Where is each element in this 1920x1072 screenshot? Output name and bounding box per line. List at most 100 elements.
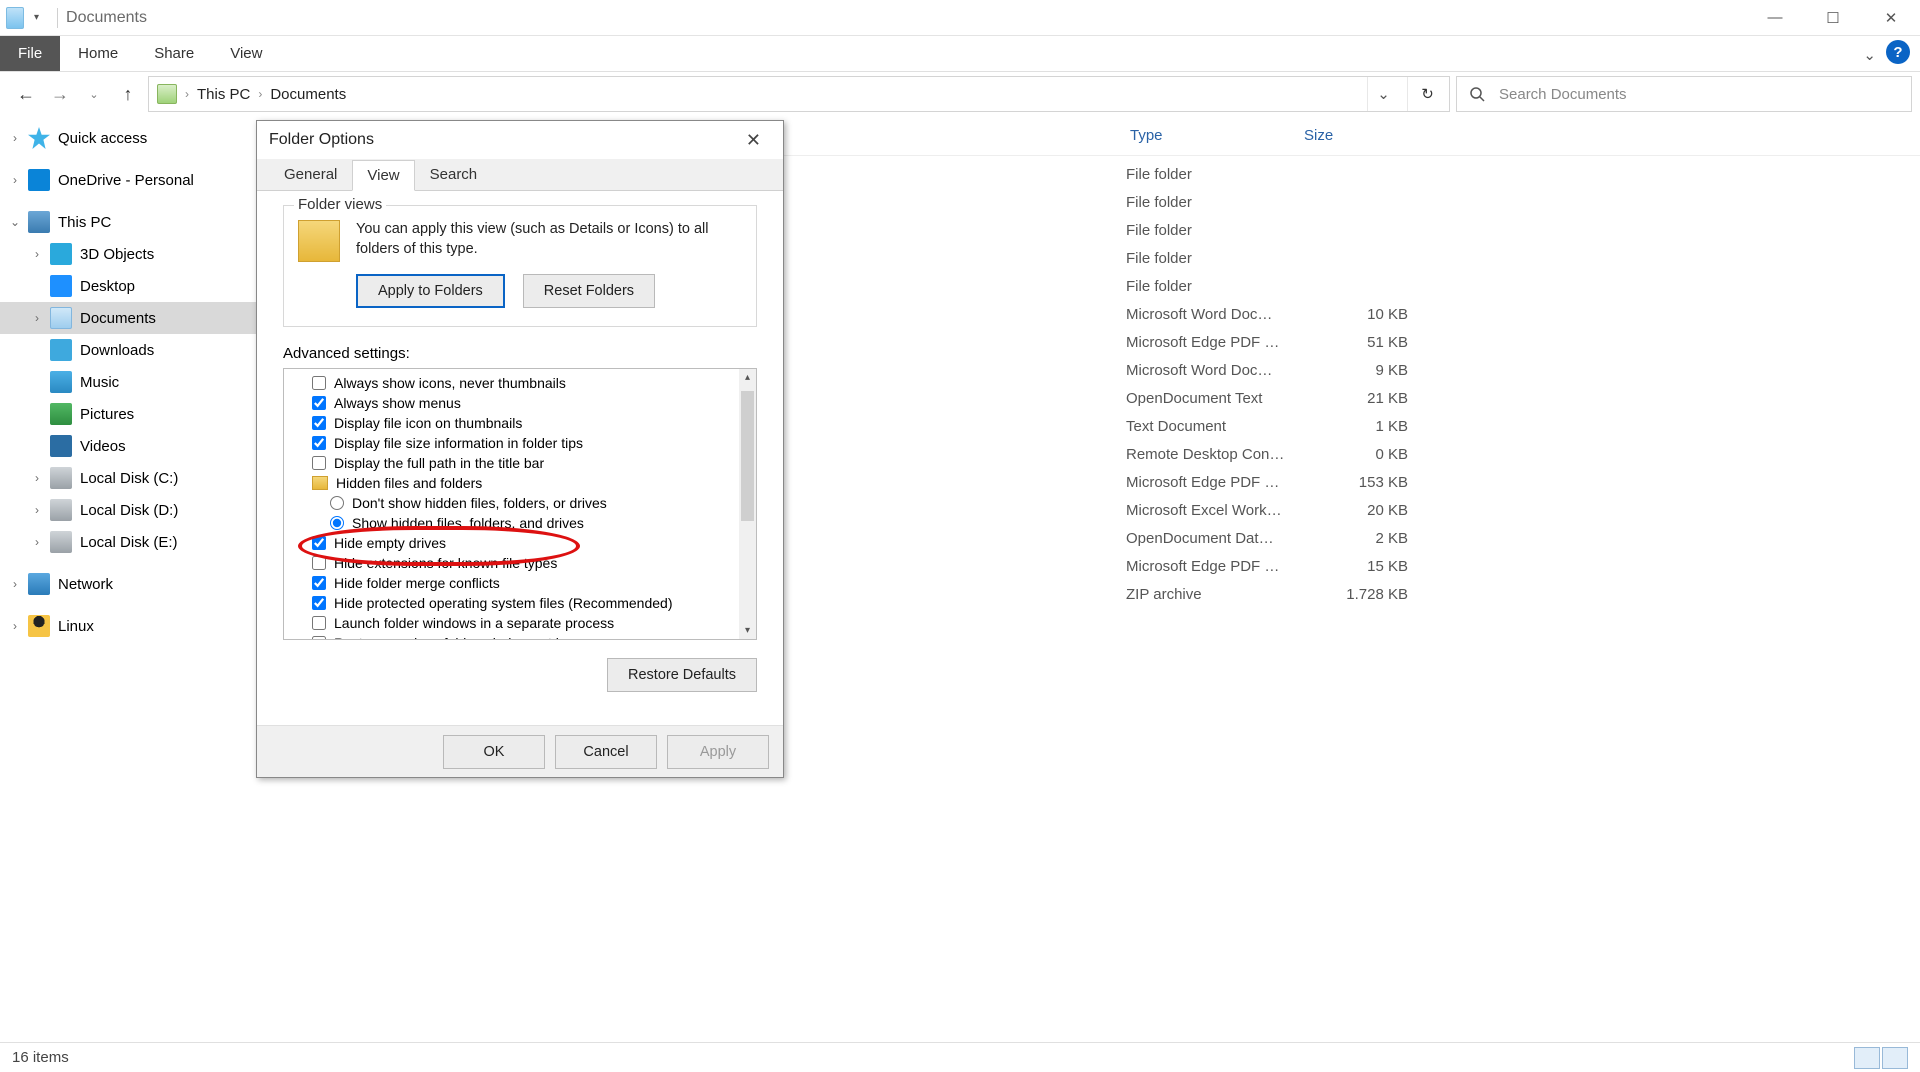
checkbox[interactable] <box>312 436 326 450</box>
folder-views-text: You can apply this view (such as Details… <box>356 220 742 262</box>
address-bar[interactable]: › This PC › Documents ⌄ ↻ <box>148 76 1450 112</box>
tree-onedrive[interactable]: ›OneDrive - Personal <box>0 164 258 196</box>
music-icon <box>50 371 72 393</box>
file-type: ZIP archive <box>1126 586 1304 603</box>
downloads-icon <box>50 339 72 361</box>
dialog-tab-general[interactable]: General <box>269 159 352 190</box>
breadcrumb-documents[interactable]: Documents <box>270 86 346 103</box>
view-details-button[interactable] <box>1854 1047 1880 1069</box>
tree-downloads[interactable]: Downloads <box>0 334 258 366</box>
qat-dropdown-icon[interactable]: ▾ <box>30 10 43 25</box>
chevron-right-icon[interactable]: › <box>258 87 262 101</box>
dialog-tab-view[interactable]: View <box>352 160 414 191</box>
ribbon-home-tab[interactable]: Home <box>60 37 136 70</box>
cancel-button[interactable]: Cancel <box>555 735 657 769</box>
file-size: 2 KB <box>1304 530 1418 547</box>
location-icon <box>157 84 177 104</box>
dialog-tab-search[interactable]: Search <box>415 159 493 190</box>
help-icon[interactable]: ? <box>1886 40 1910 64</box>
adv-item[interactable]: Hide empty drives <box>294 533 746 553</box>
scrollbar[interactable]: ▴ ▾ <box>739 369 756 639</box>
adv-item[interactable]: Launch folder windows in a separate proc… <box>294 613 746 633</box>
tree-3d-objects[interactable]: ›3D Objects <box>0 238 258 270</box>
tree-quick-access[interactable]: ›Quick access <box>0 122 258 154</box>
checkbox[interactable] <box>312 456 326 470</box>
tree-documents[interactable]: ›Documents <box>0 302 258 334</box>
checkbox[interactable] <box>312 616 326 630</box>
file-type: Microsoft Word Doc… <box>1126 362 1304 379</box>
tree-disk-e[interactable]: ›Local Disk (E:) <box>0 526 258 558</box>
apply-to-folders-button[interactable]: Apply to Folders <box>356 274 505 308</box>
tree-videos[interactable]: Videos <box>0 430 258 462</box>
advanced-settings-box: Always show icons, never thumbnails Alwa… <box>283 368 757 640</box>
minimize-button[interactable]: — <box>1746 0 1804 36</box>
file-type: File folder <box>1126 250 1304 267</box>
ok-button[interactable]: OK <box>443 735 545 769</box>
tree-disk-c[interactable]: ›Local Disk (C:) <box>0 462 258 494</box>
apply-button[interactable]: Apply <box>667 735 769 769</box>
tree-pictures[interactable]: Pictures <box>0 398 258 430</box>
tree-this-pc[interactable]: ⌄This PC <box>0 206 258 238</box>
scroll-up-icon[interactable]: ▴ <box>739 369 756 386</box>
adv-radio[interactable]: Don't show hidden files, folders, or dri… <box>294 493 746 513</box>
reset-folders-button[interactable]: Reset Folders <box>523 274 655 308</box>
adv-item[interactable]: Hide protected operating system files (R… <box>294 593 746 613</box>
refresh-button[interactable]: ↻ <box>1407 77 1447 111</box>
restore-defaults-button[interactable]: Restore Defaults <box>607 658 757 692</box>
tree-desktop[interactable]: Desktop <box>0 270 258 302</box>
file-type: Text Document <box>1126 418 1304 435</box>
search-icon <box>1469 86 1485 102</box>
ribbon-share-tab[interactable]: Share <box>136 37 212 70</box>
ribbon-file-tab[interactable]: File <box>0 36 60 71</box>
close-button[interactable]: ✕ <box>1862 0 1920 36</box>
disk-icon <box>50 467 72 489</box>
radio[interactable] <box>330 496 344 510</box>
checkbox[interactable] <box>312 396 326 410</box>
documents-icon <box>50 307 72 329</box>
checkbox[interactable] <box>312 416 326 430</box>
adv-item[interactable]: Hide folder merge conflicts <box>294 573 746 593</box>
adv-item[interactable]: Always show menus <box>294 393 746 413</box>
checkbox[interactable] <box>312 576 326 590</box>
ribbon-chevron-icon[interactable]: ⌄ <box>1863 46 1876 64</box>
view-large-icons-button[interactable] <box>1882 1047 1908 1069</box>
column-size[interactable]: Size <box>1304 127 1418 144</box>
address-dropdown-icon[interactable]: ⌄ <box>1367 77 1399 111</box>
tree-music[interactable]: Music <box>0 366 258 398</box>
radio[interactable] <box>330 516 344 530</box>
tree-linux[interactable]: ›Linux <box>0 610 258 642</box>
nav-history-icon[interactable]: ⌄ <box>80 80 108 108</box>
checkbox[interactable] <box>312 376 326 390</box>
maximize-button[interactable]: ☐ <box>1804 0 1862 36</box>
file-size: 51 KB <box>1304 334 1418 351</box>
adv-item-hide-extensions[interactable]: Hide extensions for known file types <box>294 553 746 573</box>
checkbox[interactable] <box>312 556 326 570</box>
tree-network[interactable]: ›Network <box>0 568 258 600</box>
checkbox[interactable] <box>312 636 326 640</box>
search-input[interactable]: Search Documents <box>1456 76 1912 112</box>
dialog-close-button[interactable]: ✕ <box>736 126 771 155</box>
file-size: 0 KB <box>1304 446 1418 463</box>
nav-up-button[interactable]: ↑ <box>114 80 142 108</box>
column-type[interactable]: Type <box>1126 127 1304 144</box>
adv-item[interactable]: Restore previous folder windows at logon <box>294 633 746 640</box>
nav-back-button[interactable]: ← <box>12 80 40 108</box>
ribbon-view-tab[interactable]: View <box>212 37 280 70</box>
adv-radio[interactable]: Show hidden files, folders, and drives <box>294 513 746 533</box>
checkbox[interactable] <box>312 536 326 550</box>
status-bar: 16 items <box>0 1042 1920 1072</box>
adv-item[interactable]: Display the full path in the title bar <box>294 453 746 473</box>
scroll-down-icon[interactable]: ▾ <box>739 622 756 639</box>
file-type: Microsoft Excel Work… <box>1126 502 1304 519</box>
tree-disk-d[interactable]: ›Local Disk (D:) <box>0 494 258 526</box>
checkbox[interactable] <box>312 596 326 610</box>
file-size: 1 KB <box>1304 418 1418 435</box>
adv-item[interactable]: Display file size information in folder … <box>294 433 746 453</box>
scroll-thumb[interactable] <box>741 391 754 521</box>
adv-item[interactable]: Always show icons, never thumbnails <box>294 373 746 393</box>
adv-item[interactable]: Display file icon on thumbnails <box>294 413 746 433</box>
chevron-right-icon[interactable]: › <box>185 87 189 101</box>
breadcrumb-thispc[interactable]: This PC <box>197 86 250 103</box>
file-type: File folder <box>1126 194 1304 211</box>
app-icon <box>6 7 24 29</box>
